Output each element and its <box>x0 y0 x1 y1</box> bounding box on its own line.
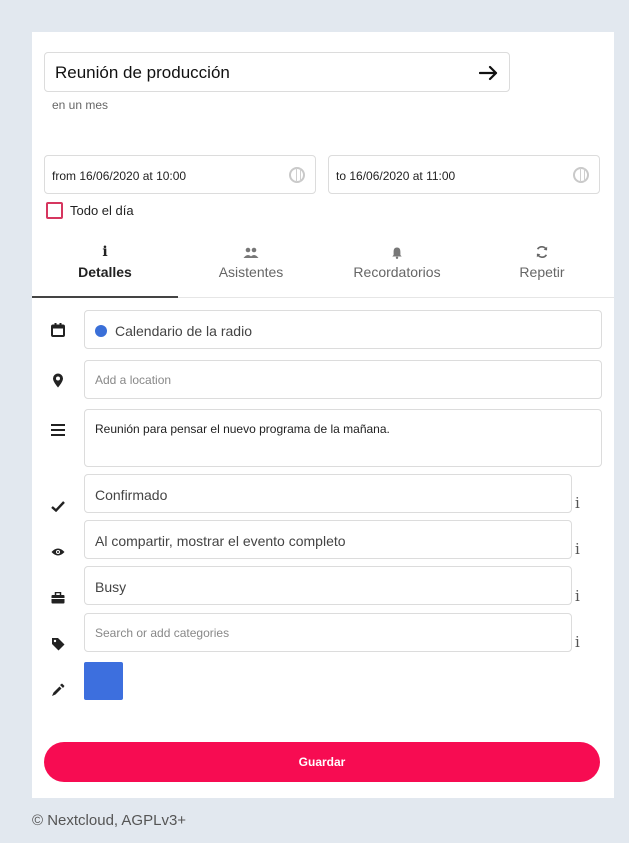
start-date-field[interactable]: from 16/06/2020 at 10:00 <box>44 155 316 194</box>
tab-label: Asistentes <box>218 264 284 280</box>
arrow-right-icon[interactable] <box>475 59 503 87</box>
location-field[interactable]: Add a location <box>84 360 602 399</box>
all-day-checkbox[interactable] <box>46 202 63 219</box>
event-title-text: Reunión de producción <box>55 63 230 82</box>
end-date-text: to 16/06/2020 at 11:00 <box>336 169 456 183</box>
location-pin-icon <box>50 372 66 388</box>
copyright-credit: © Nextcloud, AGPLv3+ <box>32 812 187 829</box>
tab-detalles[interactable]: i Detalles <box>32 242 178 298</box>
save-button[interactable]: Guardar <box>44 742 600 782</box>
relative-time-label: en un mes <box>52 98 109 112</box>
location-placeholder: Add a location <box>95 373 172 387</box>
visibility-select[interactable]: Al compartir, mostrar el evento completo <box>84 520 572 559</box>
start-date-text: from 16/06/2020 at 10:00 <box>52 169 187 183</box>
availability-info-icon[interactable]: i <box>575 587 580 605</box>
eye-icon <box>50 544 66 560</box>
info-icon: i <box>102 244 108 260</box>
status-select[interactable]: Confirmado <box>84 474 572 513</box>
eyedropper-icon <box>50 682 66 698</box>
tab-asistentes[interactable]: Asistentes <box>178 242 324 298</box>
all-day-label: Todo el día <box>70 203 134 218</box>
tab-label: Repetir <box>519 264 565 280</box>
event-color-swatch[interactable] <box>84 662 123 700</box>
repeat-icon <box>470 242 614 262</box>
description-text: Reunión para pensar el nuevo programa de… <box>95 422 390 436</box>
tab-label: Recordatorios <box>353 264 441 280</box>
timezone-globe-icon[interactable] <box>289 167 305 183</box>
tab-recordatorios[interactable]: Recordatorios <box>324 242 470 298</box>
tab-repetir[interactable]: Repetir <box>470 242 614 298</box>
calendar-color-dot <box>95 325 107 337</box>
availability-select[interactable]: Busy <box>84 566 572 605</box>
tabs-divider <box>178 297 614 298</box>
calendar-icon <box>50 322 66 338</box>
timezone-globe-icon[interactable] <box>573 167 589 183</box>
bell-icon <box>324 242 470 262</box>
categories-placeholder: Search or add categories <box>95 626 230 640</box>
event-title-field[interactable]: Reunión de producción <box>44 52 510 92</box>
status-info-icon[interactable]: i <box>575 494 580 512</box>
description-field[interactable]: Reunión para pensar el nuevo programa de… <box>84 409 602 467</box>
status-value: Confirmado <box>95 487 168 503</box>
visibility-value: Al compartir, mostrar el evento completo <box>95 533 346 549</box>
briefcase-icon <box>50 590 66 606</box>
attendees-icon <box>178 242 324 262</box>
event-editor-panel: Reunión de producción en un mes from 16/… <box>32 32 614 798</box>
categories-field[interactable]: Search or add categories <box>84 613 572 652</box>
end-date-field[interactable]: to 16/06/2020 at 11:00 <box>328 155 600 194</box>
active-tab-indicator <box>32 296 178 298</box>
tag-icon <box>50 636 66 652</box>
visibility-info-icon[interactable]: i <box>575 540 580 558</box>
check-icon <box>50 498 66 514</box>
availability-value: Busy <box>95 579 127 595</box>
categories-info-icon[interactable]: i <box>575 633 580 651</box>
description-icon <box>50 422 66 438</box>
calendar-name: Calendario de la radio <box>115 323 252 339</box>
tab-label: Detalles <box>78 264 132 280</box>
calendar-select[interactable]: Calendario de la radio <box>84 310 602 349</box>
